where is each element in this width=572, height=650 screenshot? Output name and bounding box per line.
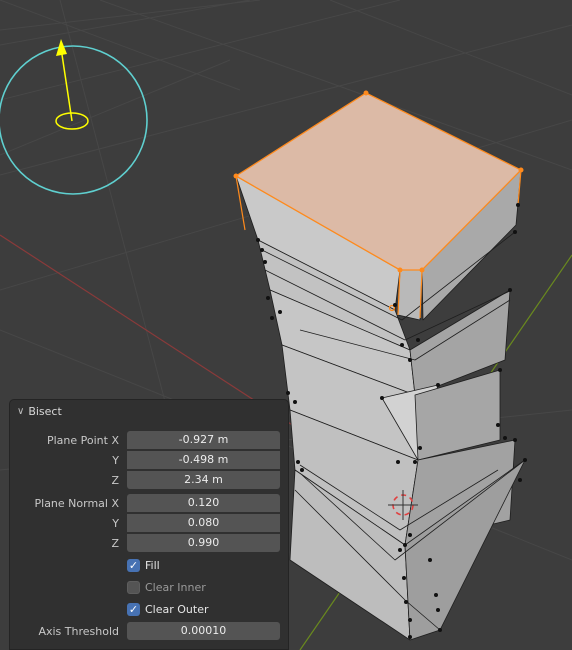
plane-normal-x-label: Plane Normal X <box>34 497 120 510</box>
plane-point-z-row: Z 2.34 m <box>10 471 288 490</box>
checkmark-icon[interactable]: ✓ <box>127 602 140 616</box>
panel-header[interactable]: ∨ Bisect <box>10 400 288 422</box>
axis-threshold-field[interactable]: 0.00010 <box>127 622 280 640</box>
axis-threshold-row: Axis Threshold 0.00010 <box>10 622 288 641</box>
plane-normal-x-row: Plane Normal X 0.120 <box>10 494 288 513</box>
plane-normal-y-row: Y 0.080 <box>10 514 288 533</box>
plane-point-y-label: Y <box>112 454 119 467</box>
clear-outer-label: Clear Outer <box>145 602 209 616</box>
clear-inner-label: Clear Inner <box>145 580 206 594</box>
chevron-down-icon[interactable]: ∨ <box>17 406 24 417</box>
fill-label: Fill <box>145 558 160 572</box>
plane-normal-z-field[interactable]: 0.990 <box>127 534 280 552</box>
clear-outer-checkbox[interactable]: ✓ Clear Outer <box>127 601 209 617</box>
bisect-operator-panel[interactable]: ∨ Bisect Plane Point X -0.927 m Y -0.498… <box>9 399 289 650</box>
plane-point-x-row: Plane Point X -0.927 m <box>10 431 288 450</box>
plane-point-y-row: Y -0.498 m <box>10 451 288 470</box>
fill-checkbox[interactable]: ✓ Fill <box>127 557 160 573</box>
plane-point-x-field[interactable]: -0.927 m <box>127 431 280 449</box>
plane-normal-z-row: Z 0.990 <box>10 534 288 553</box>
plane-point-z-label: Z <box>111 474 119 487</box>
plane-normal-x-field[interactable]: 0.120 <box>127 494 280 512</box>
empty-checkbox-icon[interactable] <box>127 580 140 594</box>
plane-point-x-label: Plane Point X <box>46 434 119 447</box>
plane-point-y-field[interactable]: -0.498 m <box>127 451 280 469</box>
axis-threshold-label: Axis Threshold <box>38 625 119 638</box>
checkmark-icon[interactable]: ✓ <box>127 558 140 572</box>
light-gizmo-circle[interactable] <box>0 45 148 195</box>
plane-normal-y-label: Y <box>112 517 119 530</box>
plane-point-z-field[interactable]: 2.34 m <box>127 471 280 489</box>
panel-title: Bisect <box>28 404 62 418</box>
plane-normal-y-field[interactable]: 0.080 <box>127 514 280 532</box>
clear-inner-checkbox[interactable]: Clear Inner <box>127 579 206 595</box>
plane-normal-z-label: Z <box>111 537 119 550</box>
